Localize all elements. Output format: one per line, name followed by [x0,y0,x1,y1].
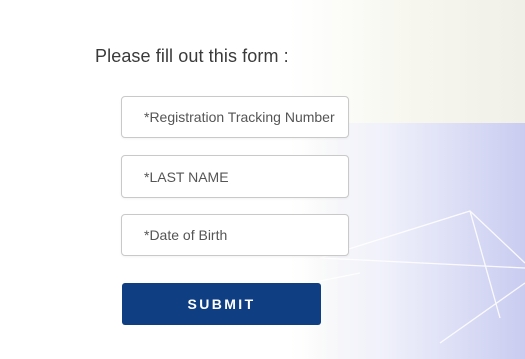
date-of-birth-input[interactable] [121,214,349,256]
registration-tracking-number-input[interactable] [121,96,349,138]
form-title: Please fill out this form : [95,46,289,66]
last-name-input[interactable] [121,155,349,198]
submit-button[interactable]: SUBMIT [122,283,321,325]
registration-form: Please fill out this form : SUBMIT [0,0,525,359]
